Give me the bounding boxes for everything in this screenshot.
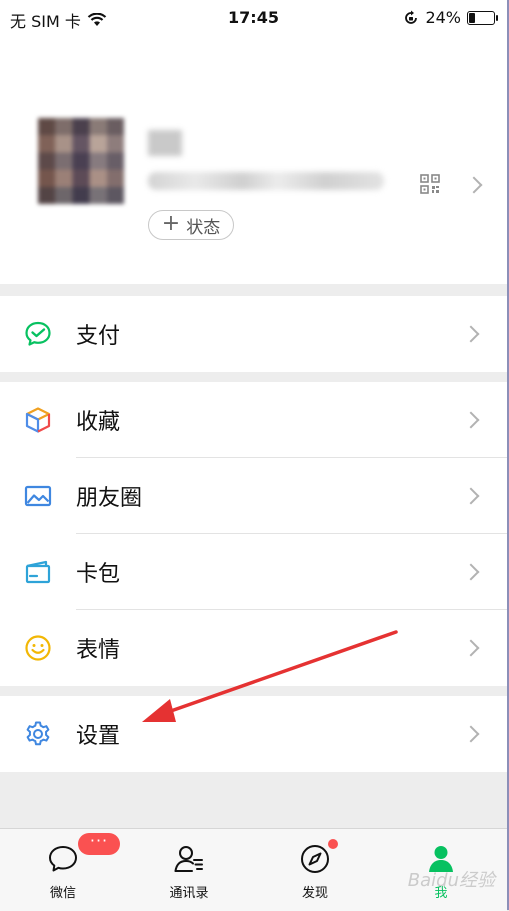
menu-label-pay: 支付 bbox=[76, 324, 121, 349]
nickname-redacted bbox=[148, 130, 182, 156]
chevron-right-icon bbox=[462, 411, 480, 429]
menu-group-pay: 支付 bbox=[0, 296, 507, 372]
rotation-lock-icon bbox=[405, 10, 418, 24]
unread-badge: ··· bbox=[78, 833, 120, 855]
plus-icon: + bbox=[161, 211, 181, 236]
wechat-id-redacted bbox=[148, 172, 384, 190]
battery-icon bbox=[467, 10, 498, 25]
qr-code-icon[interactable] bbox=[420, 174, 440, 194]
menu-item-stickers[interactable]: 表情 bbox=[0, 610, 507, 686]
tab-chats[interactable]: ··· 微信 bbox=[0, 829, 126, 911]
favorites-cube-icon bbox=[25, 407, 51, 433]
menu-item-settings[interactable]: 设置 bbox=[0, 696, 507, 772]
menu-item-cards[interactable]: 卡包 bbox=[0, 534, 507, 610]
battery-group: 24% bbox=[403, 8, 498, 27]
tab-label-contacts: 通讯录 bbox=[169, 886, 209, 901]
tab-contacts[interactable]: 通讯录 bbox=[126, 829, 252, 911]
menu-item-moments[interactable]: 朋友圈 bbox=[0, 458, 507, 534]
menu-item-favorites[interactable]: 收藏 bbox=[0, 382, 507, 458]
menu-group-settings: 设置 bbox=[0, 696, 507, 772]
avatar[interactable] bbox=[38, 118, 124, 204]
card-wallet-icon bbox=[25, 560, 51, 584]
settings-gear-icon bbox=[26, 721, 50, 746]
battery-percent: 24% bbox=[425, 8, 461, 27]
pay-icon bbox=[25, 321, 51, 346]
add-status-button[interactable]: + 状态 bbox=[148, 210, 234, 240]
status-label: 状态 bbox=[186, 217, 221, 238]
tab-discover[interactable]: 发现 bbox=[252, 829, 378, 911]
menu-item-pay[interactable]: 支付 bbox=[0, 296, 507, 372]
status-bar: 无 SIM 卡 17:45 24% bbox=[0, 0, 507, 36]
chevron-right-icon bbox=[462, 639, 480, 657]
compass-icon bbox=[301, 845, 329, 873]
menu-label-favorites: 收藏 bbox=[76, 410, 121, 435]
profile-header[interactable]: + 状态 bbox=[0, 36, 507, 284]
contacts-icon bbox=[174, 846, 203, 872]
chevron-right-icon bbox=[462, 725, 480, 743]
menu-label-moments: 朋友圈 bbox=[76, 486, 143, 511]
moments-picture-icon bbox=[24, 485, 52, 507]
discover-red-dot bbox=[328, 839, 338, 849]
menu-label-cards: 卡包 bbox=[76, 562, 121, 587]
chevron-right-icon bbox=[462, 563, 480, 581]
menu-group-main: 收藏 朋友圈 卡包 表情 bbox=[0, 382, 507, 686]
sticker-smiley-icon bbox=[25, 635, 51, 661]
tab-label-discover: 发现 bbox=[301, 886, 328, 901]
menu-label-stickers: 表情 bbox=[76, 638, 121, 663]
menu-label-settings: 设置 bbox=[76, 724, 121, 749]
chevron-right-icon bbox=[462, 487, 480, 505]
chevron-right-icon bbox=[462, 325, 480, 343]
baidu-watermark: Baidu经验 bbox=[407, 870, 495, 891]
profile-chevron-icon bbox=[465, 176, 483, 194]
chat-bubble-icon bbox=[49, 846, 77, 872]
tab-label-chats: 微信 bbox=[49, 886, 76, 901]
